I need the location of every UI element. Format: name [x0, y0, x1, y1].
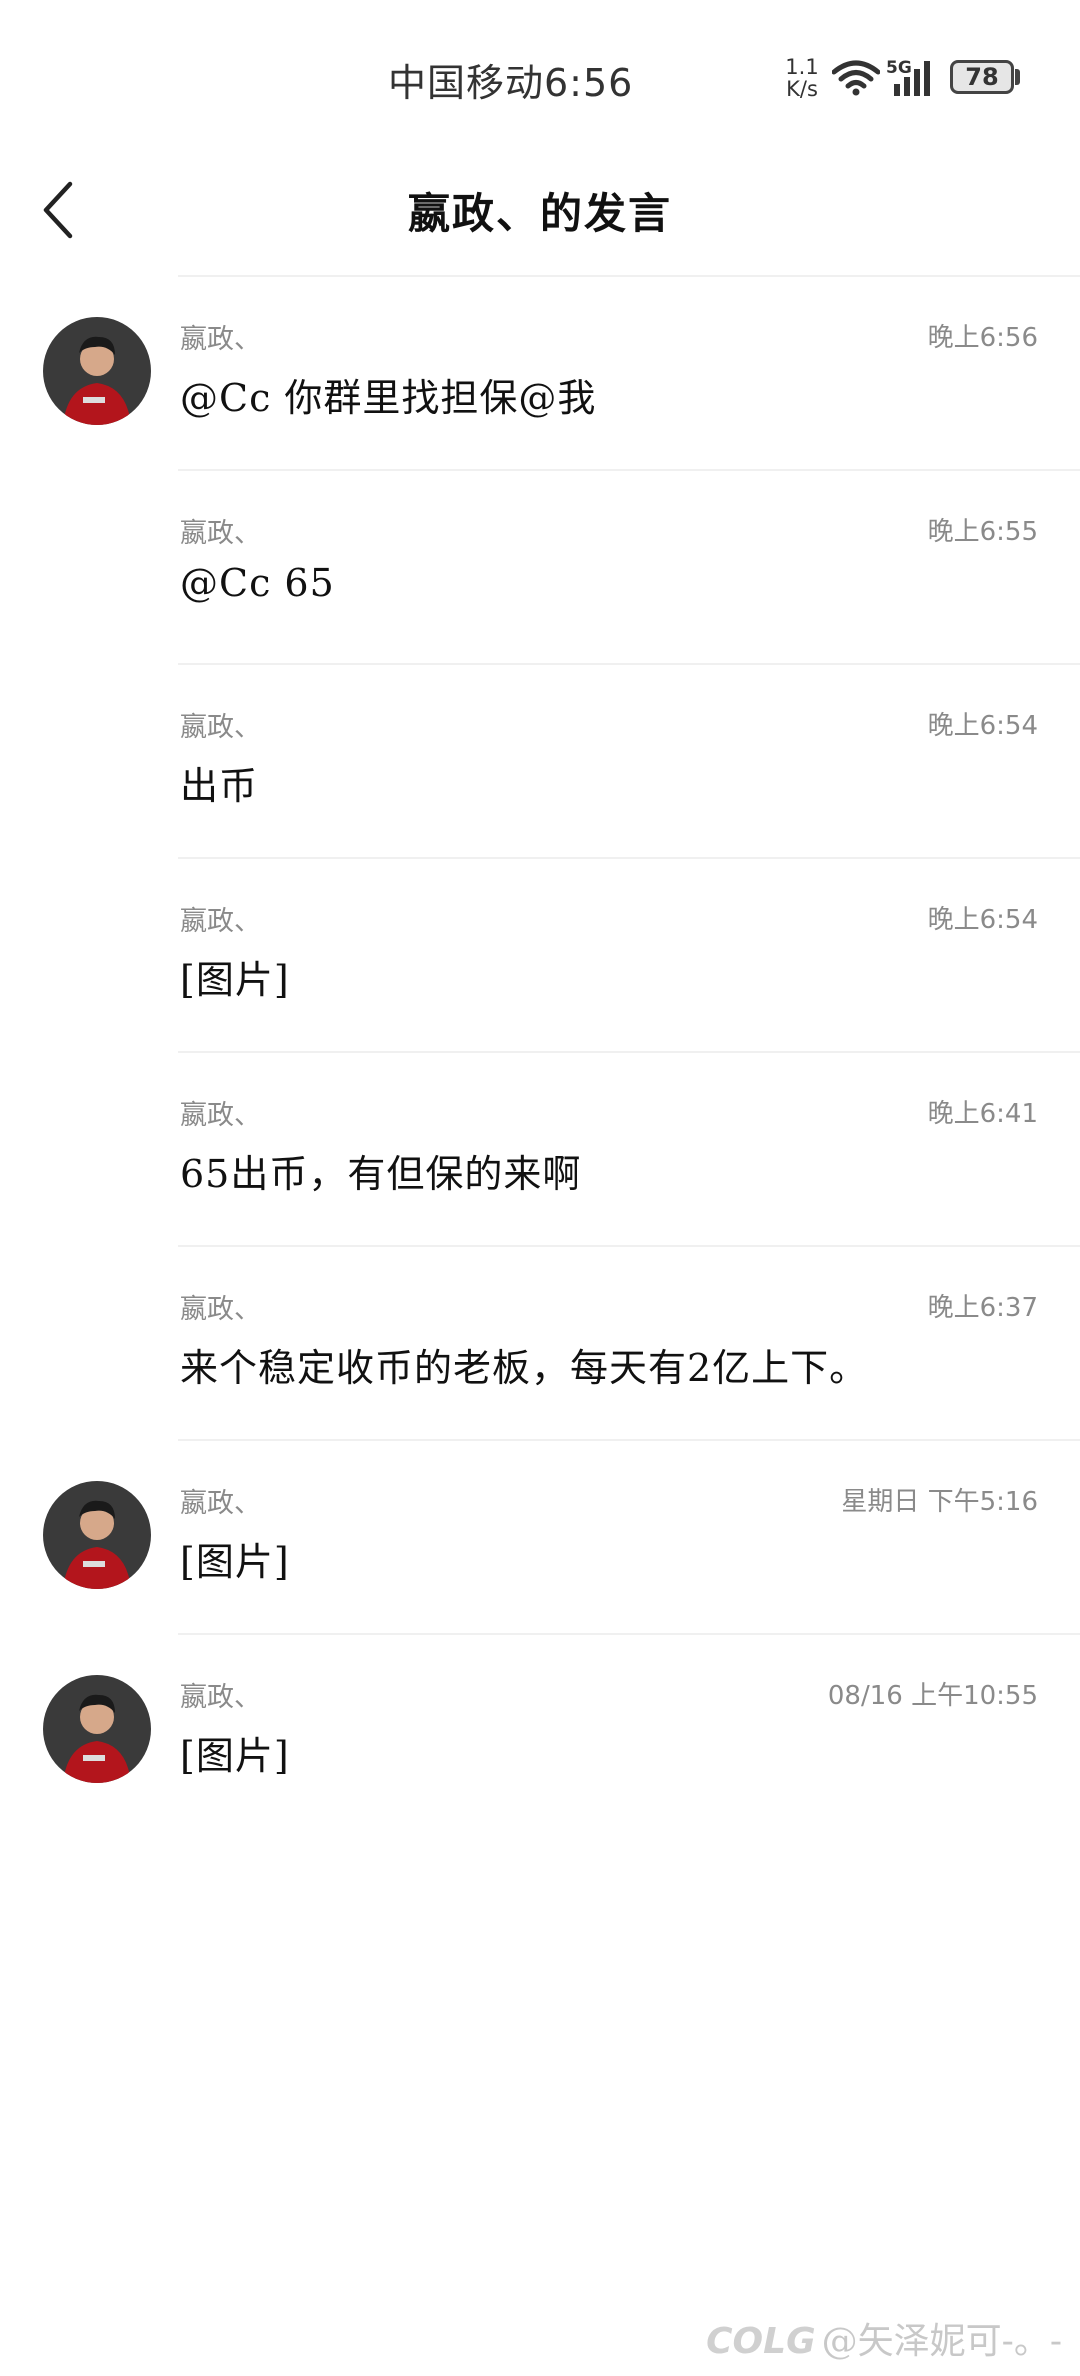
message-time: 晚上6:54 [927, 905, 1038, 935]
wifi-icon [832, 60, 880, 96]
network-speed-value: 1.1 [785, 55, 819, 79]
message-time: 星期日 下午5:16 [841, 1487, 1038, 1517]
message-item[interactable]: 嬴政、 晚上6:54 [图片] [0, 857, 1080, 1051]
battery-tip [1015, 69, 1020, 85]
cellular-signal-icon [894, 61, 930, 96]
avatar-image [43, 1675, 151, 1783]
avatar-image [43, 1481, 151, 1589]
message-text: @Cc 你群里找担保@我 [180, 376, 597, 420]
battery-level: 78 [965, 63, 999, 91]
network-speed-unit: K/s [786, 77, 818, 101]
message-item[interactable]: 嬴政、 晚上6:54 出币 [0, 663, 1080, 857]
sender-name: 嬴政、 [180, 1488, 261, 1519]
message-text: [图片] [180, 1734, 290, 1778]
message-time: 晚上6:37 [927, 1293, 1038, 1323]
divider [178, 663, 1080, 665]
message-time: 晚上6:55 [927, 517, 1038, 547]
page: 中国移动6:56 1.1 K/s 5G 78 嬴政、的发言 嬴政、 晚上6:56… [0, 0, 1080, 2376]
avatar[interactable] [43, 317, 151, 425]
avatar[interactable] [43, 1481, 151, 1589]
page-title: 嬴政、的发言 [407, 189, 672, 238]
message-text: 出币 [180, 764, 259, 808]
sender-name: 嬴政、 [180, 324, 261, 355]
carrier-time: 中国移动6:56 [388, 61, 634, 105]
message-item[interactable]: 嬴政、 晚上6:37 来个稳定收币的老板，每天有2亿上下。 [0, 1245, 1080, 1439]
divider [178, 1051, 1080, 1053]
message-text: [图片] [180, 1540, 290, 1584]
sender-name: 嬴政、 [180, 1294, 261, 1325]
avatar-image [43, 317, 151, 425]
divider [178, 469, 1080, 471]
message-time: 08/16 上午10:55 [827, 1681, 1038, 1711]
divider [178, 1245, 1080, 1247]
status-bar: 中国移动6:56 1.1 K/s 5G 78 [0, 0, 1080, 150]
message-text: [图片] [180, 958, 290, 1002]
message-list: 嬴政、 晚上6:56 @Cc 你群里找担保@我 嬴政、 晚上6:55 @Cc 6… [0, 275, 1080, 1827]
message-item[interactable]: 嬴政、 晚上6:55 @Cc 65 [0, 469, 1080, 663]
message-time: 晚上6:41 [927, 1099, 1038, 1129]
avatar[interactable] [43, 1675, 151, 1783]
message-time: 晚上6:56 [927, 323, 1038, 353]
message-item[interactable]: 嬴政、 星期日 下午5:16 [图片] [0, 1439, 1080, 1633]
message-item[interactable]: 嬴政、 08/16 上午10:55 [图片] [0, 1633, 1080, 1827]
message-item[interactable]: 嬴政、 晚上6:41 65出币，有但保的来啊 [0, 1051, 1080, 1245]
message-text: 65出币，有但保的来啊 [180, 1152, 582, 1196]
message-text: 来个稳定收币的老板，每天有2亿上下。 [180, 1346, 869, 1390]
watermark-text: @矢泽妮可-。- [821, 2321, 1062, 2362]
network-speed: 1.1 K/s [780, 56, 824, 100]
divider [178, 857, 1080, 859]
message-text: @Cc 65 [180, 561, 335, 605]
battery-icon: 78 [950, 60, 1014, 94]
sender-name: 嬴政、 [180, 1100, 261, 1131]
message-time: 晚上6:54 [927, 711, 1038, 741]
message-item[interactable]: 嬴政、 晚上6:56 @Cc 你群里找担保@我 [0, 275, 1080, 469]
divider [178, 275, 1080, 277]
divider [178, 1633, 1080, 1635]
sender-name: 嬴政、 [180, 712, 261, 743]
sender-name: 嬴政、 [180, 906, 261, 937]
header: 嬴政、的发言 [0, 150, 1080, 270]
sender-name: 嬴政、 [180, 1682, 261, 1713]
divider [178, 1439, 1080, 1441]
watermark-brand: COLG [706, 2321, 816, 2362]
sender-name: 嬴政、 [180, 518, 261, 549]
watermark: COLG @矢泽妮可-。- [706, 2312, 1062, 2364]
